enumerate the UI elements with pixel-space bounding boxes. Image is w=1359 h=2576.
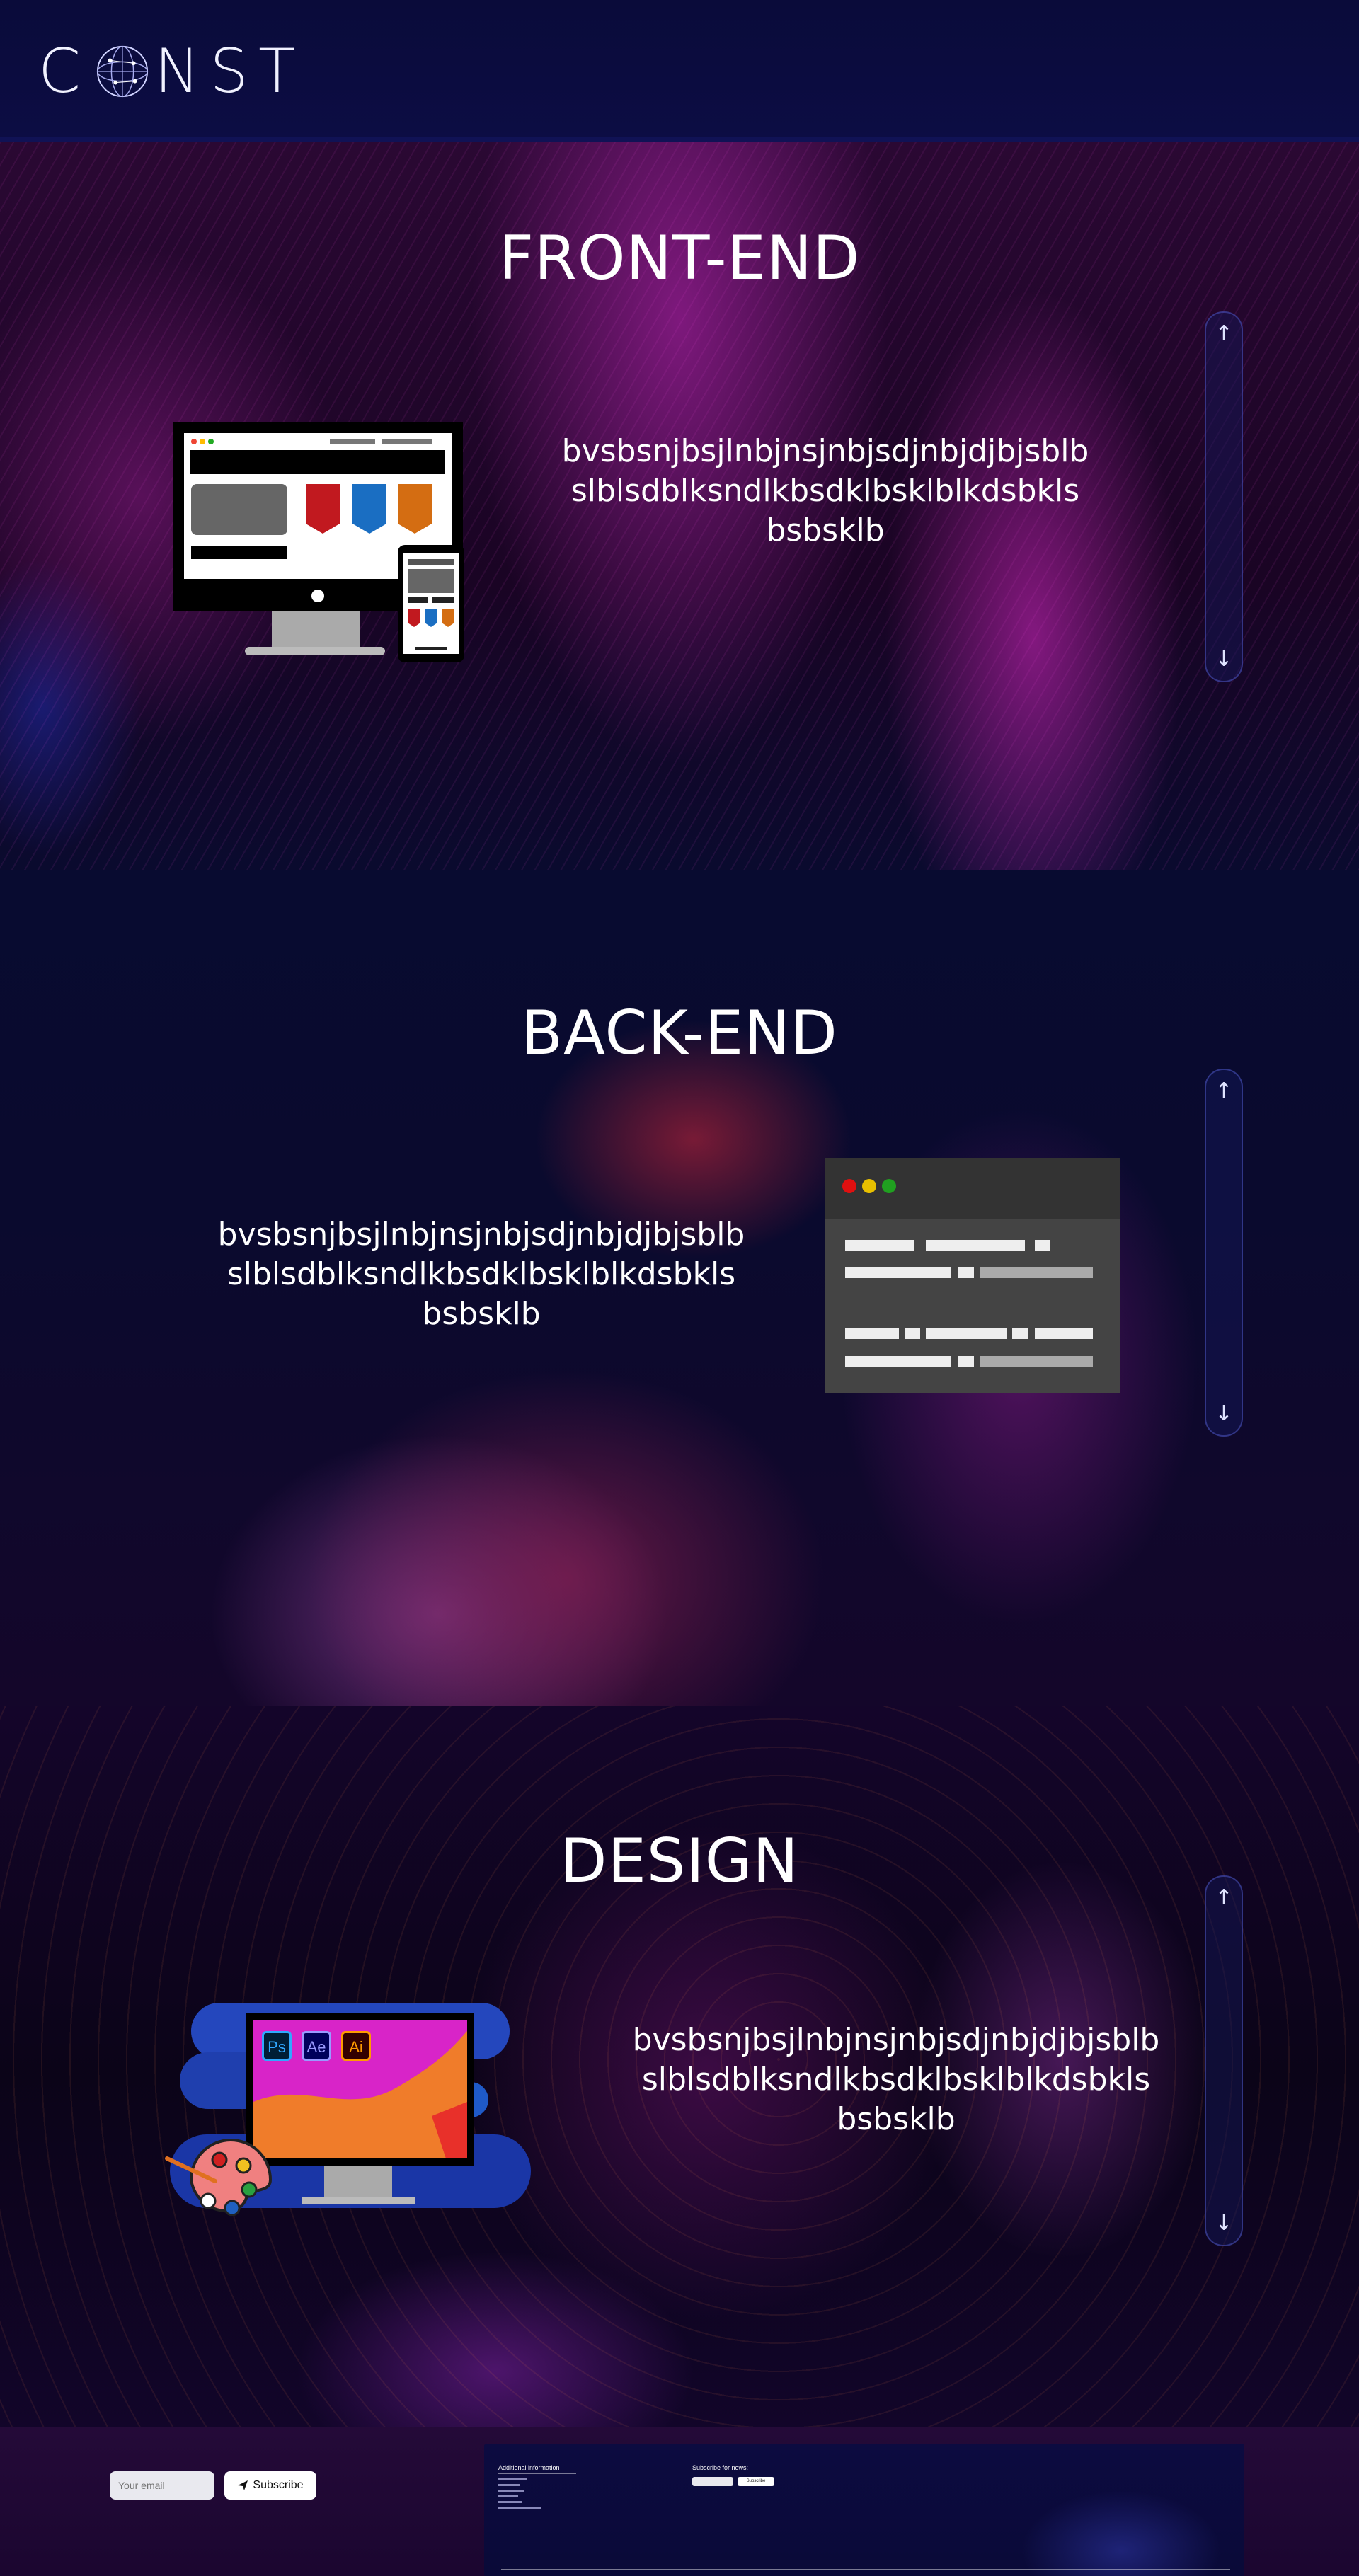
site-header: C NST <box>0 0 1359 142</box>
responsive-devices-icon <box>173 422 464 662</box>
section-description: bvsbsnjbsjlnbjnsjnbjsdjnbjdjbjsblb slbls… <box>561 433 1089 548</box>
scroll-down-icon[interactable]: ↓ <box>1206 2209 1242 2238</box>
section-title: FRONT-END <box>498 223 861 294</box>
section-title: DESIGN <box>560 1826 799 1897</box>
globe-icon <box>96 45 149 98</box>
preview-subscribe-title: Subscribe for news: <box>692 2464 749 2471</box>
subscribe-button[interactable]: Subscribe <box>224 2471 316 2500</box>
preview-link[interactable] <box>498 2490 524 2492</box>
app-badges: Ps Ae Ai <box>262 2031 371 2061</box>
section-back-end: BACK-END bvsbsnjbsjlnbjnsjnbjsdjnbjdjbjs… <box>0 870 1359 1706</box>
email-input[interactable] <box>110 2471 214 2500</box>
scroll-up-icon[interactable]: ↑ <box>1206 1884 1242 1912</box>
illustrator-icon: Ai <box>341 2031 371 2061</box>
section-design: DESIGN Ps Ae Ai bvsbsnjbsjlnbjnsjnbjsdjn… <box>0 1706 1359 2442</box>
preview-footer-divider <box>501 2569 1230 2570</box>
preview-subscribe-button[interactable]: Subscribe <box>738 2477 774 2486</box>
preview-title-underline <box>498 2473 576 2474</box>
footer-preview: Additional information Subscribe for new… <box>484 2444 1244 2576</box>
logo-letter-c: C <box>38 36 91 107</box>
section-scroll-rail[interactable]: ↑ ↓ <box>1205 1069 1243 1437</box>
preview-link[interactable] <box>498 2495 518 2497</box>
logo-letters-nst: NST <box>154 36 306 107</box>
section-description: bvsbsnjbsjlnbjnsjnbjsdjnbjdjbjsblb slbls… <box>217 1217 745 1332</box>
logo[interactable]: C NST <box>38 36 306 107</box>
scroll-down-icon[interactable]: ↓ <box>1206 645 1242 674</box>
preview-link[interactable] <box>498 2507 541 2509</box>
section-scroll-rail[interactable]: ↑ ↓ <box>1205 311 1243 682</box>
preview-info-title: Additional information <box>498 2464 560 2471</box>
scroll-up-icon[interactable]: ↑ <box>1206 1077 1242 1105</box>
scroll-down-icon[interactable]: ↓ <box>1206 1400 1242 1428</box>
photoshop-icon: Ps <box>262 2031 292 2061</box>
send-icon <box>238 2480 248 2490</box>
preview-link[interactable] <box>498 2501 522 2503</box>
preview-link[interactable] <box>498 2484 520 2486</box>
section-scroll-rail[interactable]: ↑ ↓ <box>1205 1875 1243 2246</box>
preview-email-input[interactable] <box>692 2477 733 2486</box>
after-effects-icon: Ae <box>302 2031 331 2061</box>
preview-link[interactable] <box>498 2478 527 2480</box>
header-divider <box>0 137 1359 142</box>
code-window-icon <box>825 1158 1120 1393</box>
section-front-end: FRONT-END bvsbsnjbsjlnbjnsjnbjsdjnbjdjbj… <box>0 142 1359 870</box>
design-tools-icon: Ps Ae Ai <box>163 1996 545 2265</box>
section-title: BACK-END <box>521 998 838 1069</box>
section-description: bvsbsnjbsjlnbjnsjnbjsdjnbjdjbjsblb slbls… <box>632 2022 1160 2137</box>
subscribe-label: Subscribe <box>253 2479 304 2491</box>
scroll-up-icon[interactable]: ↑ <box>1206 320 1242 348</box>
